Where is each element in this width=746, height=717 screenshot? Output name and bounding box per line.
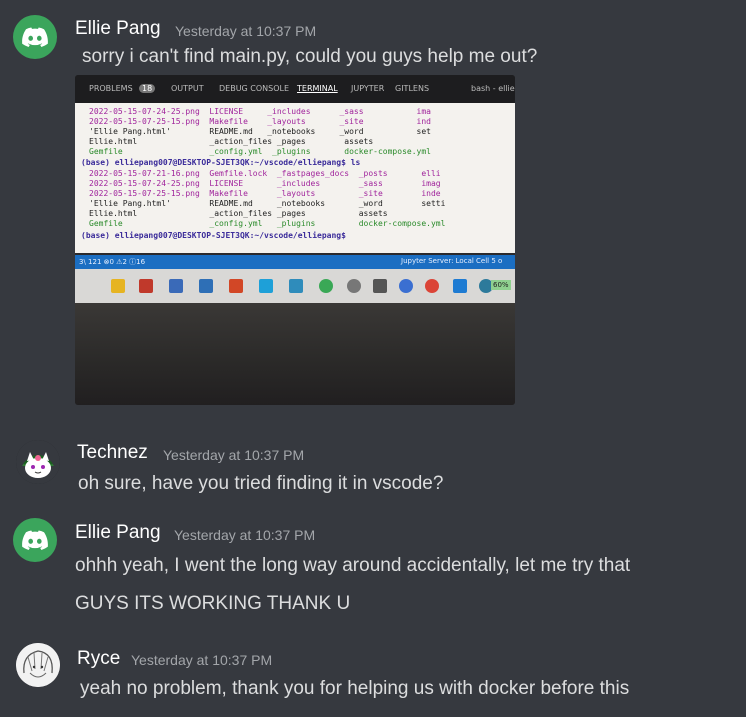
anime-sketch-avatar-icon[interactable] <box>16 643 60 687</box>
app-icon <box>259 279 273 293</box>
tab-problems: PROBLEMS <box>89 84 133 93</box>
message-text: oh sure, have you tried finding it in vs… <box>78 473 444 494</box>
problems-count-badge: 18 <box>139 84 156 93</box>
app-icon <box>289 279 303 293</box>
timestamp[interactable]: Yesterday at 10:37 PM <box>131 652 272 668</box>
status-right: Jupyter Server: Local Cell 5 o <box>401 257 503 265</box>
gmail-icon <box>139 279 153 293</box>
discord-logo-icon <box>22 530 48 550</box>
timestamp[interactable]: Yesterday at 10:37 PM <box>175 23 316 39</box>
terminal-line: 2022-05-15-07-24-25.png LICENSE _include… <box>89 179 441 188</box>
tab-gitlens: GITLENS <box>395 84 430 93</box>
sketch-avatar-icon <box>16 643 60 687</box>
author-name[interactable]: Technez <box>77 442 148 464</box>
tab-jupyter: JUPYTER <box>351 84 385 93</box>
tab-debug-console: DEBUG CONSOLE <box>219 84 290 93</box>
laptop-bezel <box>75 303 515 405</box>
terminal-line: 2022-05-15-07-24-25.png LICENSE _include… <box>89 107 431 116</box>
author-name[interactable]: Ryce <box>77 648 120 670</box>
terminal-line: 'Ellie Pang.html' README.md _notebooks _… <box>89 127 431 136</box>
terminal-line: Ellie.html _action_files _pages assets <box>89 137 374 146</box>
screenshot-attachment[interactable]: PROBLEMS 18 OUTPUT DEBUG CONSOLE TERMINA… <box>75 75 515 405</box>
terminal-line: 'Ellie Pang.html' README.md _notebooks _… <box>89 199 446 208</box>
discord-logo-icon <box>22 27 48 47</box>
folder-icon <box>111 279 125 293</box>
message-text: ohhh yeah, I went the long way around ac… <box>75 555 631 576</box>
vscode-icon <box>453 279 467 293</box>
app-icon <box>373 279 387 293</box>
windows-taskbar: 60% <box>75 269 515 303</box>
status-left: 3\ 121 ⊗0 ⚠2 ⓘ16 <box>79 258 146 266</box>
cat-watermelon-avatar-icon[interactable] <box>16 440 60 484</box>
discord-avatar-icon[interactable] <box>13 15 57 59</box>
app-icon <box>399 279 413 293</box>
discord-avatar-icon[interactable] <box>13 518 57 562</box>
office-icon <box>229 279 243 293</box>
timestamp[interactable]: Yesterday at 10:37 PM <box>174 527 315 543</box>
tab-bash: bash - ellie <box>471 84 515 93</box>
tab-terminal: TERMINAL <box>297 84 338 93</box>
timestamp[interactable]: Yesterday at 10:37 PM <box>163 447 304 463</box>
battery-indicator: 60% <box>491 280 511 290</box>
app-icon <box>169 279 183 293</box>
author-name[interactable]: Ellie Pang <box>75 18 161 40</box>
terminal-line: Ellie.html _action_files _pages assets <box>89 209 388 218</box>
cat-avatar-icon <box>16 440 60 484</box>
terminal-line: Gemfile _config.yml _plugins docker-comp… <box>89 219 446 228</box>
terminal-line: 2022-05-15-07-25-15.png Makefile _layout… <box>89 189 441 198</box>
chrome-icon <box>425 279 439 293</box>
settings-icon <box>347 279 361 293</box>
tab-output: OUTPUT <box>171 84 204 93</box>
edge-icon <box>319 279 333 293</box>
vscode-panel-tabs: PROBLEMS 18 OUTPUT DEBUG CONSOLE TERMINA… <box>75 75 515 103</box>
message-text: sorry i can't find main.py, could you gu… <box>82 46 538 67</box>
terminal-output: 2022-05-15-07-24-25.png LICENSE _include… <box>75 103 515 253</box>
mail-icon <box>199 279 213 293</box>
vscode-status-bar: 3\ 121 ⊗0 ⚠2 ⓘ16 Jupyter Server: Local C… <box>75 255 515 269</box>
terminal-line: Gemfile _config.yml _plugins docker-comp… <box>89 147 431 156</box>
terminal-prompt: (base) elliepang007@DESKTOP-SJET3QK:~/vs… <box>81 158 361 167</box>
message-text: GUYS ITS WORKING THANK U <box>75 593 351 614</box>
terminal-line: 2022-05-15-07-21-16.png Gemfile.lock _fa… <box>89 169 441 178</box>
author-name[interactable]: Ellie Pang <box>75 522 161 544</box>
terminal-line: 2022-05-15-07-25-15.png Makefile _layout… <box>89 117 431 126</box>
terminal-prompt: (base) elliepang007@DESKTOP-SJET3QK:~/vs… <box>81 231 346 240</box>
message-text: yeah no problem, thank you for helping u… <box>80 678 630 699</box>
